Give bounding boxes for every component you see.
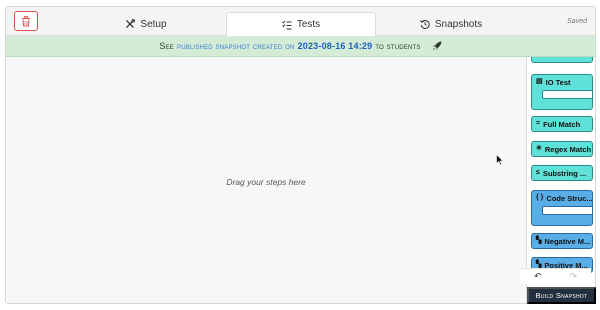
banner-see: See — [159, 41, 175, 51]
file-icon: ▚ — [536, 237, 542, 244]
tab-tests[interactable]: Tests — [226, 12, 376, 36]
palette-block-label: Full Match — [543, 120, 581, 129]
banner-snapshot-link[interactable]: published snapshot created on — [177, 41, 295, 51]
palette-block-label: IO Test — [545, 78, 571, 87]
palette-block-partial[interactable] — [531, 57, 593, 63]
history-controls: ↶ ↷ — [520, 268, 591, 284]
build-snapshot-button[interactable]: Build Snapshot — [527, 287, 596, 304]
less-equal-icon: ≤ — [536, 169, 540, 176]
published-snapshot-banner: See published snapshot created on 2023-0… — [6, 36, 595, 57]
palette-block-label: Regex Match — [544, 145, 592, 154]
palette-block-label: Negative M... — [544, 237, 591, 246]
editor-frame: Setup Tests Snapshots Saved See publishe… — [5, 6, 596, 304]
tab-setup[interactable]: Setup — [66, 12, 226, 36]
banner-date: 2023-08-16 14:29 — [297, 41, 373, 51]
asterisk-icon: ✳ — [536, 145, 542, 152]
step-palette: ▤ IO Test = Full Match ✳ Regex Match ≤ S… — [526, 57, 595, 303]
tab-setup-label: Setup — [140, 18, 167, 30]
braces-icon: { } — [536, 194, 544, 201]
steps-drop-zone[interactable]: Drag your steps here — [6, 57, 526, 303]
delete-button[interactable] — [14, 11, 38, 31]
undo-button[interactable]: ↶ — [520, 269, 556, 284]
rocket-icon — [432, 41, 442, 51]
palette-block-full-match[interactable]: = Full Match — [531, 116, 593, 132]
terminal-icon: ▤ — [536, 78, 543, 85]
mouse-cursor-icon — [496, 154, 504, 166]
tab-snapshots-label: Snapshots — [434, 18, 483, 30]
palette-block-io-test[interactable]: ▤ IO Test — [531, 74, 593, 110]
tab-snapshots[interactable]: Snapshots — [376, 12, 526, 36]
save-status: Saved — [567, 18, 587, 25]
palette-block-negative-match[interactable]: ▚ Negative M... — [531, 233, 593, 249]
palette-block-regex-match[interactable]: ✳ Regex Match — [531, 141, 593, 157]
tools-icon — [126, 19, 136, 28]
palette-block-label: Code Struc... — [546, 194, 593, 203]
palette-block-label: Substring ... — [542, 169, 587, 178]
checklist-icon — [282, 20, 292, 29]
trash-icon — [22, 15, 30, 26]
block-slot — [542, 206, 592, 215]
banner-to-students: to students — [375, 41, 421, 51]
tab-tests-label: Tests — [296, 19, 321, 30]
drop-zone-placeholder: Drag your steps here — [226, 177, 306, 187]
palette-block-substring[interactable]: ≤ Substring ... — [531, 165, 593, 181]
palette-block-code-structure[interactable]: { } Code Struc... — [531, 190, 593, 226]
equals-icon: = — [536, 120, 541, 127]
tab-bar: Setup Tests Snapshots Saved — [6, 7, 595, 36]
block-slot — [542, 90, 592, 99]
history-icon — [420, 19, 430, 29]
redo-button[interactable]: ↷ — [556, 269, 592, 284]
